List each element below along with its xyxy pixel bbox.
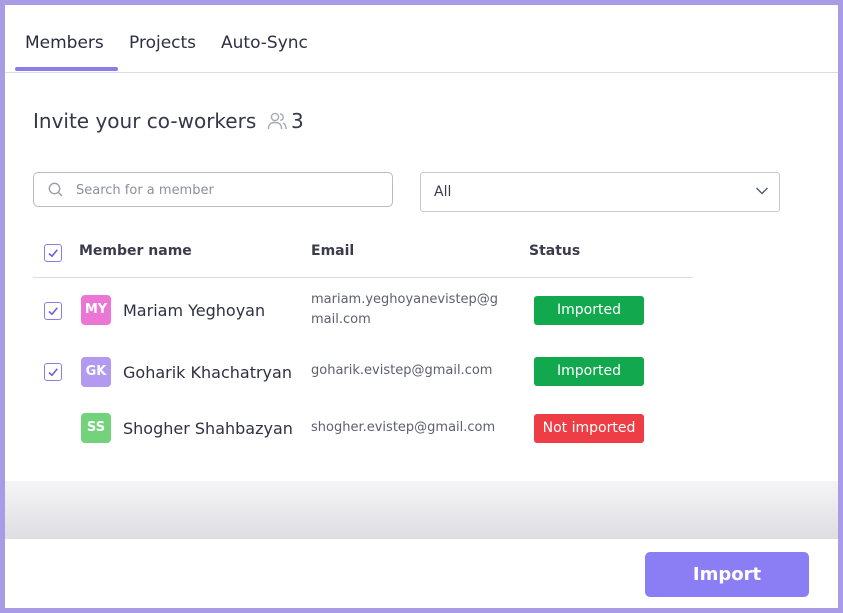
search-box[interactable] xyxy=(33,172,393,207)
tab-members[interactable]: Members xyxy=(25,33,104,53)
invite-title: Invite your co-workers xyxy=(33,109,257,133)
users-icon xyxy=(267,112,287,130)
row-checkbox[interactable] xyxy=(44,363,62,381)
status-badge: Imported xyxy=(534,296,644,325)
header-divider xyxy=(33,277,693,278)
avatar: MY xyxy=(81,295,111,325)
import-button[interactable]: Import xyxy=(645,552,809,597)
status-filter-value: All xyxy=(434,184,452,200)
avatar: SS xyxy=(81,413,111,443)
active-tab-indicator xyxy=(15,67,118,71)
status-badge: Not imported xyxy=(534,414,644,443)
search-icon xyxy=(48,182,63,197)
member-name: Mariam Yeghoyan xyxy=(123,301,266,320)
column-header-email: Email xyxy=(311,243,355,259)
member-name: Shogher Shahbazyan xyxy=(123,419,293,438)
scroll-fade xyxy=(5,481,838,539)
member-email: shogher.evistep@gmail.com xyxy=(311,418,511,438)
tab-bar: Members Projects Auto-Sync xyxy=(5,5,838,73)
tab-auto-sync[interactable]: Auto-Sync xyxy=(221,33,308,53)
member-count: 3 xyxy=(291,109,304,133)
check-icon xyxy=(48,249,58,258)
member-email: mariam.yeghoyanevistep@g mail.com xyxy=(311,290,511,330)
member-email-line: goharik.evistep@gmail.com xyxy=(311,363,493,378)
chevron-down-icon xyxy=(756,187,768,195)
tab-projects[interactable]: Projects xyxy=(129,33,196,53)
check-icon xyxy=(48,307,58,316)
member-email-line: mail.com xyxy=(311,312,371,327)
member-email-line: mariam.yeghoyanevistep@g xyxy=(311,292,499,307)
member-name: Goharik Khachatryan xyxy=(123,363,292,382)
members-dialog: Members Projects Auto-Sync Invite your c… xyxy=(5,5,838,608)
column-header-status: Status xyxy=(529,243,581,259)
select-all-checkbox[interactable] xyxy=(44,244,62,262)
search-input[interactable] xyxy=(74,179,378,201)
avatar: GK xyxy=(81,357,111,387)
column-header-member-name: Member name xyxy=(79,243,192,259)
status-filter-select[interactable]: All xyxy=(420,172,780,212)
row-checkbox[interactable] xyxy=(44,302,62,320)
member-email-line: shogher.evistep@gmail.com xyxy=(311,420,496,435)
member-email: goharik.evistep@gmail.com xyxy=(311,361,511,381)
status-badge: Imported xyxy=(534,357,644,386)
check-icon xyxy=(48,368,58,377)
